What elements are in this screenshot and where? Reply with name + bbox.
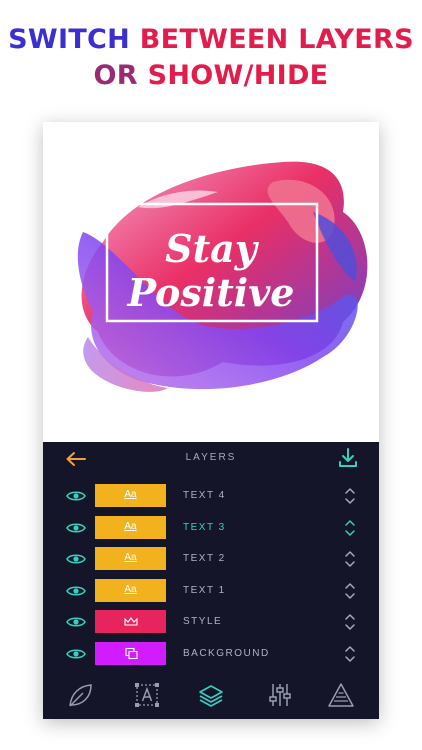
chevron-up-down-icon	[345, 614, 355, 631]
headline-show-hide: SHOW/HIDE	[147, 60, 329, 91]
chevron-up-down-icon	[345, 488, 355, 504]
thumbnail-label: Aa	[124, 552, 137, 564]
headline: SWITCH BETWEEN LAYERS OR SHOW/HIDE	[0, 22, 422, 94]
headline-line-1: SWITCH BETWEEN LAYERS	[0, 22, 422, 58]
visibility-toggle[interactable]	[66, 615, 86, 629]
chevron-up-down-icon	[345, 646, 355, 662]
panel-header: LAYERS	[43, 442, 379, 476]
visibility-toggle[interactable]	[66, 552, 86, 566]
layer-name: TEXT 1	[183, 584, 226, 596]
leaf-icon	[69, 684, 92, 707]
layer-thumbnail[interactable]: Aa	[95, 515, 166, 539]
layer-name: STYLE	[183, 616, 223, 628]
headline-between-layers: BETWEEN LAYERS	[139, 24, 414, 55]
eye-icon	[66, 649, 86, 659]
layers-icon	[199, 685, 223, 707]
layer-row[interactable]: Aa TEXT 3	[43, 514, 379, 542]
design-canvas[interactable]: Stay Positive	[43, 122, 379, 442]
layer-name: BACKGROUND	[183, 648, 270, 659]
app-screen: Stay Positive LAYERS Aa TEXT 4 Aa TEXT 3 Aa T…	[43, 122, 379, 719]
image-layer-icon	[125, 647, 138, 660]
layers-panel: LAYERS Aa TEXT 4 Aa TEXT 3 Aa TEXT 2 Aa TEXT 1 S…	[43, 442, 379, 719]
artwork-text-positive: Positive	[127, 270, 295, 315]
tool-text[interactable]	[132, 680, 162, 710]
layer-thumbnail[interactable]: Aa	[95, 578, 166, 602]
visibility-toggle[interactable]	[66, 584, 86, 598]
panel-title: LAYERS	[185, 452, 237, 463]
tool-layers[interactable]	[196, 680, 226, 710]
headline-line-2: OR SHOW/HIDE	[0, 58, 422, 94]
reorder-handle[interactable]	[343, 581, 357, 601]
layer-row[interactable]: STYLE	[43, 608, 379, 636]
eye-icon	[66, 491, 86, 501]
headline-switch: SWITCH	[8, 24, 140, 55]
layer-row[interactable]: Aa TEXT 4	[43, 482, 379, 510]
triangle-icon	[328, 683, 354, 707]
thumbnail-label: Aa	[124, 583, 137, 595]
reorder-handle[interactable]	[343, 486, 357, 506]
layer-thumbnail[interactable]	[95, 610, 166, 634]
layer-name: TEXT 2	[183, 553, 226, 565]
bottom-toolbar	[43, 672, 379, 719]
download-button[interactable]	[337, 446, 359, 470]
reorder-handle[interactable]	[343, 612, 357, 632]
tool-adjust[interactable]	[265, 680, 295, 710]
layer-name: TEXT 3	[183, 521, 226, 533]
visibility-toggle[interactable]	[66, 647, 86, 661]
thumbnail-label: Aa	[124, 520, 137, 532]
layer-name: TEXT 4	[183, 490, 226, 501]
visibility-toggle[interactable]	[66, 521, 86, 535]
thumbnail-label: Aa	[124, 489, 137, 500]
reorder-handle[interactable]	[343, 518, 357, 538]
reorder-handle[interactable]	[343, 644, 357, 664]
layer-thumbnail[interactable]: Aa	[95, 547, 166, 571]
reorder-handle[interactable]	[343, 549, 357, 569]
eye-icon	[66, 523, 86, 533]
chevron-up-down-icon	[345, 551, 355, 567]
visibility-toggle[interactable]	[66, 489, 86, 503]
layer-thumbnail[interactable]	[95, 642, 166, 665]
layer-row[interactable]: BACKGROUND	[43, 640, 379, 668]
layer-row[interactable]: Aa TEXT 1	[43, 577, 379, 605]
crown-icon	[124, 617, 138, 626]
artwork: Stay Positive	[77, 161, 368, 392]
tool-background[interactable]	[65, 680, 95, 710]
text-frame-icon	[135, 683, 159, 707]
eye-icon	[66, 617, 86, 627]
layer-thumbnail[interactable]: Aa	[95, 484, 166, 507]
download-icon	[339, 448, 357, 467]
sliders-icon	[269, 684, 291, 706]
eye-icon	[66, 586, 86, 596]
chevron-up-down-icon	[345, 583, 355, 599]
artwork-text-stay: Stay	[165, 226, 260, 271]
headline-or: OR	[93, 60, 148, 91]
tool-export[interactable]	[326, 680, 356, 710]
chevron-up-down-icon	[345, 519, 355, 536]
layer-row[interactable]: Aa TEXT 2	[43, 545, 379, 573]
eye-icon	[66, 554, 86, 564]
